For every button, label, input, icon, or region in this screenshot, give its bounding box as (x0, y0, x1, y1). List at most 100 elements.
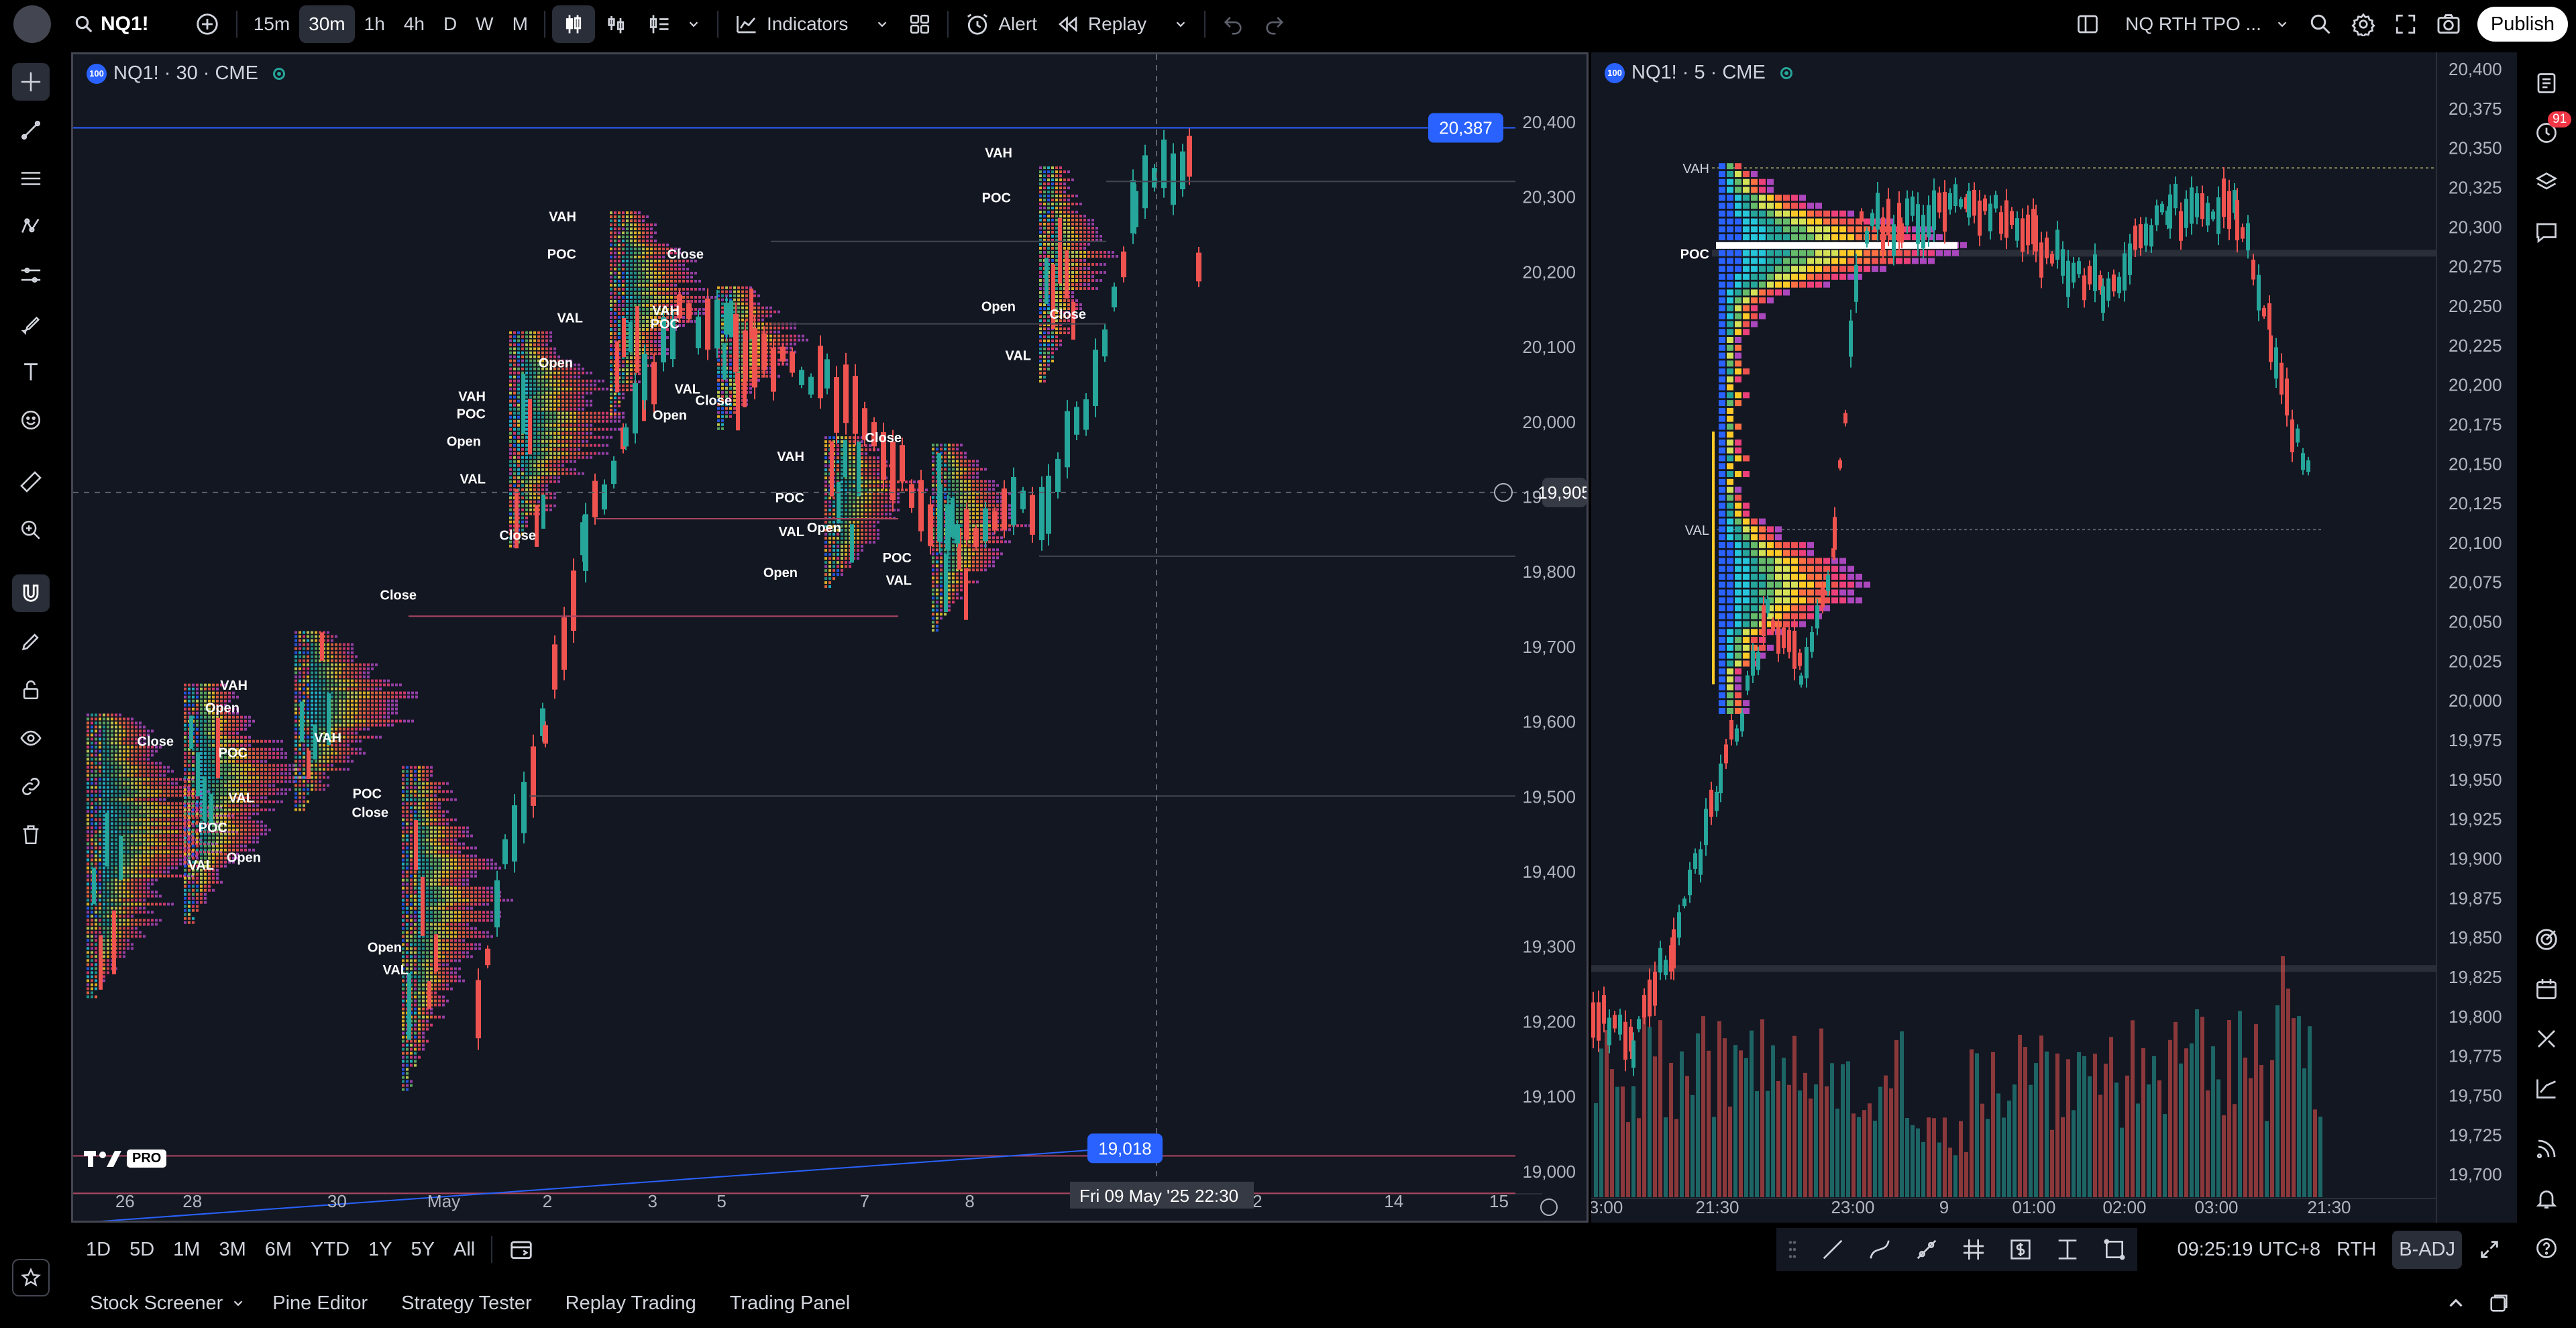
horizontal-lines-tool[interactable] (12, 160, 50, 197)
tpo-cell (87, 810, 89, 813)
tpo-cell (509, 448, 512, 451)
tpo-cell (458, 951, 461, 954)
tpo-cell (525, 468, 528, 471)
tpo-cell (590, 431, 592, 435)
tpo-cell (264, 772, 267, 775)
tpo-cell (280, 764, 283, 767)
fullscreen-button[interactable] (2385, 5, 2426, 43)
magnet-tool[interactable] (12, 574, 50, 612)
quick-search-button[interactable] (2299, 5, 2342, 43)
tpo-cell (410, 919, 413, 922)
trendline-tool[interactable] (12, 111, 50, 149)
compare-symbol-button[interactable] (185, 5, 229, 43)
interval-15m[interactable]: 15m (244, 5, 299, 43)
tpo-cell (418, 939, 421, 942)
indicator-template-button[interactable] (638, 5, 710, 43)
sync-drawings-tool[interactable] (12, 768, 50, 805)
tpo-cell (351, 752, 354, 755)
tpo-cell (303, 776, 305, 779)
tpo-cell (434, 842, 437, 846)
chart-pane-30m[interactable]: VAH POC VAL Open Close VAH POC VAL Open Close VAH P… (71, 52, 1589, 1223)
tpo-cell (131, 947, 133, 950)
tpo-cell (422, 1043, 425, 1047)
interval-m[interactable]: M (503, 5, 537, 43)
symbol-search[interactable]: NQ1! (64, 5, 158, 43)
tpo-cell (438, 971, 441, 974)
tpo-cell (288, 768, 291, 771)
tpo-cell (196, 723, 199, 727)
snapshot-button[interactable] (2426, 5, 2471, 43)
tpo-cell (582, 472, 584, 475)
tpo-cell (438, 886, 441, 890)
brush-tool[interactable] (12, 305, 50, 342)
forecast-tool[interactable] (12, 256, 50, 294)
tpo-cell (462, 931, 465, 934)
chart-30m-canvas[interactable]: VAHPOCVALOpenCloseVAHPOCVALOpenCloseVAHP… (73, 54, 1587, 1221)
candle (427, 980, 431, 1009)
tpo-cell (139, 838, 142, 841)
indicators-button[interactable]: Indicators (725, 5, 899, 43)
interval-w[interactable]: W (466, 5, 502, 43)
stay-drawing-tool[interactable] (12, 623, 50, 660)
tpo-cell (426, 810, 429, 813)
crosshair-tool[interactable] (12, 63, 50, 101)
tpo-cell (466, 903, 469, 906)
ruler-tool[interactable] (12, 463, 50, 501)
tpo-cell (228, 727, 231, 731)
tpo-cell (151, 798, 154, 801)
tpo-cell (119, 794, 121, 797)
layout-panel-button[interactable] (2066, 5, 2109, 43)
candles-chart-type-button[interactable] (551, 5, 595, 43)
remove-drawings-tool[interactable] (12, 816, 50, 854)
tpo-cell (521, 488, 524, 491)
tpo-cell (119, 919, 121, 922)
tpo-cell (123, 802, 125, 805)
tpo-cell (307, 663, 309, 666)
tpo-cell (418, 983, 421, 986)
tpo-cell (454, 959, 457, 962)
alert-button[interactable]: Alert (955, 5, 1046, 43)
tpo-cell (557, 375, 560, 378)
tpo-cell (442, 1003, 445, 1007)
tpo-cell (171, 874, 174, 878)
tpo-cell (410, 782, 413, 785)
zoom-tool[interactable] (12, 511, 50, 549)
layout-name-dropdown[interactable]: NQ RTH TPO ... (2116, 5, 2299, 43)
tpo-cell (486, 903, 489, 906)
layout-grid-button[interactable] (899, 5, 941, 43)
tpo-cell (403, 691, 406, 695)
redo-button[interactable] (1254, 5, 1295, 43)
tpo-cell (99, 754, 101, 757)
pattern-tool[interactable] (12, 208, 50, 246)
tpo-cell (151, 810, 154, 813)
publish-button[interactable]: Publish (2477, 7, 2568, 42)
tpo-cell (422, 995, 425, 999)
tpo-cell (430, 850, 433, 854)
tpo-cell (119, 890, 121, 894)
interval-4h[interactable]: 4h (394, 5, 434, 43)
user-avatar[interactable] (13, 5, 51, 43)
emoji-tool[interactable] (12, 401, 50, 439)
undo-button[interactable] (1212, 5, 1254, 43)
tpo-cell (123, 895, 125, 898)
replay-button[interactable]: Replay (1046, 5, 1197, 43)
tpo-cell (513, 456, 516, 459)
tpo-cell (442, 943, 445, 946)
interval-1h[interactable]: 1h (355, 5, 394, 43)
tpo-cell (549, 403, 552, 407)
tpo-cell (99, 842, 101, 846)
tpo-cell (513, 464, 516, 467)
interval-30m[interactable]: 30m (299, 5, 355, 43)
text-tool[interactable] (12, 353, 50, 391)
tpo-cell (561, 395, 564, 399)
hide-drawings-tool[interactable] (12, 719, 50, 757)
tpo-cell (426, 826, 429, 829)
lock-drawings-tool[interactable] (12, 671, 50, 709)
tpo-cell (188, 756, 191, 759)
interval-d[interactable]: D (434, 5, 466, 43)
favorites-tool[interactable] (12, 1259, 50, 1296)
settings-button[interactable] (2342, 5, 2385, 43)
tpo-chart-type-button[interactable] (595, 5, 638, 43)
tpo-cell (111, 750, 113, 753)
tpo-cell (509, 375, 512, 378)
